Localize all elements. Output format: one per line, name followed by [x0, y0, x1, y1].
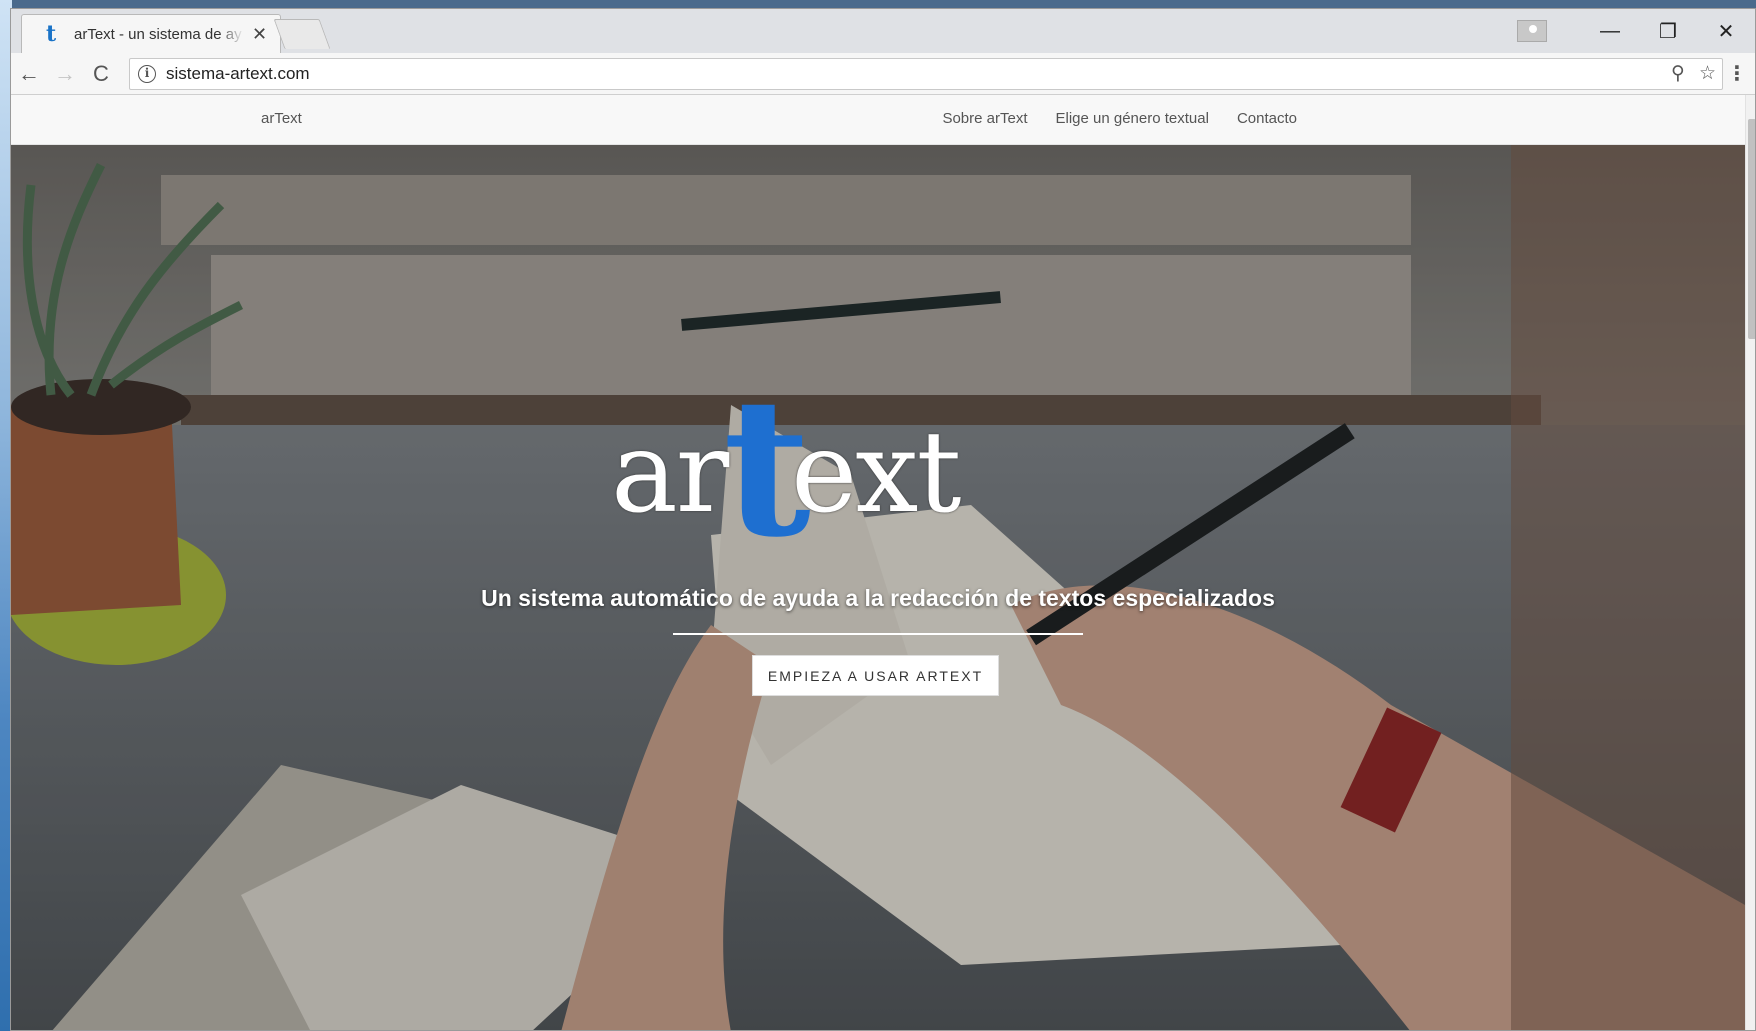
hero-tagline: Un sistema automático de ayuda a la reda…: [481, 585, 1275, 611]
info-icon[interactable]: i: [138, 65, 156, 83]
forward-button[interactable]: →: [47, 61, 83, 87]
address-bar[interactable]: i sistema-artext.com ⚲ ☆: [129, 58, 1723, 90]
hero-section: t ar ext Un sistema automático de ayuda …: [11, 145, 1745, 1030]
tab-strip: t arText - un sistema de ay ✕ — ❐ ✕: [11, 9, 1755, 53]
site-brand[interactable]: arText: [261, 110, 302, 127]
restore-button[interactable]: ❐: [1639, 19, 1697, 44]
artext-logo: t ar ext: [611, 373, 971, 573]
logo-text-right: ext: [791, 408, 961, 538]
reload-button[interactable]: C: [83, 61, 119, 87]
nav-links: Sobre arText Elige un género textual Con…: [942, 110, 1297, 127]
minimize-button[interactable]: —: [1581, 20, 1639, 43]
nav-link-sobre[interactable]: Sobre arText: [942, 110, 1027, 127]
start-artext-button[interactable]: EMPIEZA A USAR ARTEXT: [752, 655, 999, 696]
tab-title: arText - un sistema de ay: [74, 25, 242, 43]
close-icon[interactable]: ✕: [252, 24, 267, 45]
url-text[interactable]: sistema-artext.com: [166, 64, 310, 84]
nav-link-contacto[interactable]: Contacto: [1237, 110, 1297, 127]
browser-toolbar: ← → C i sistema-artext.com ⚲ ☆ ⋮: [11, 53, 1755, 95]
browser-window: t arText - un sistema de ay ✕ — ❐ ✕ ← → …: [10, 8, 1756, 1031]
favicon-icon: t: [46, 21, 57, 47]
site-navbar: arText Sobre arText Elige un género text…: [11, 95, 1745, 145]
scroll-thumb[interactable]: [1748, 119, 1755, 339]
close-window-button[interactable]: ✕: [1697, 19, 1755, 44]
star-icon[interactable]: ☆: [1699, 62, 1716, 85]
profile-icon[interactable]: [1517, 20, 1547, 42]
browser-tab[interactable]: t arText - un sistema de ay ✕: [21, 14, 281, 53]
nav-link-genero[interactable]: Elige un género textual: [1056, 110, 1209, 127]
logo-text-left: ar: [611, 408, 729, 538]
window-controls: — ❐ ✕: [1517, 9, 1755, 53]
page-scrollbar[interactable]: [1745, 95, 1755, 1030]
zoom-icon[interactable]: ⚲: [1671, 62, 1685, 85]
hero-divider: [673, 633, 1083, 635]
menu-icon[interactable]: ⋮: [1727, 61, 1747, 86]
new-tab-button[interactable]: [273, 19, 331, 49]
back-button[interactable]: ←: [11, 61, 47, 87]
page-viewport: arText Sobre arText Elige un género text…: [11, 95, 1755, 1030]
